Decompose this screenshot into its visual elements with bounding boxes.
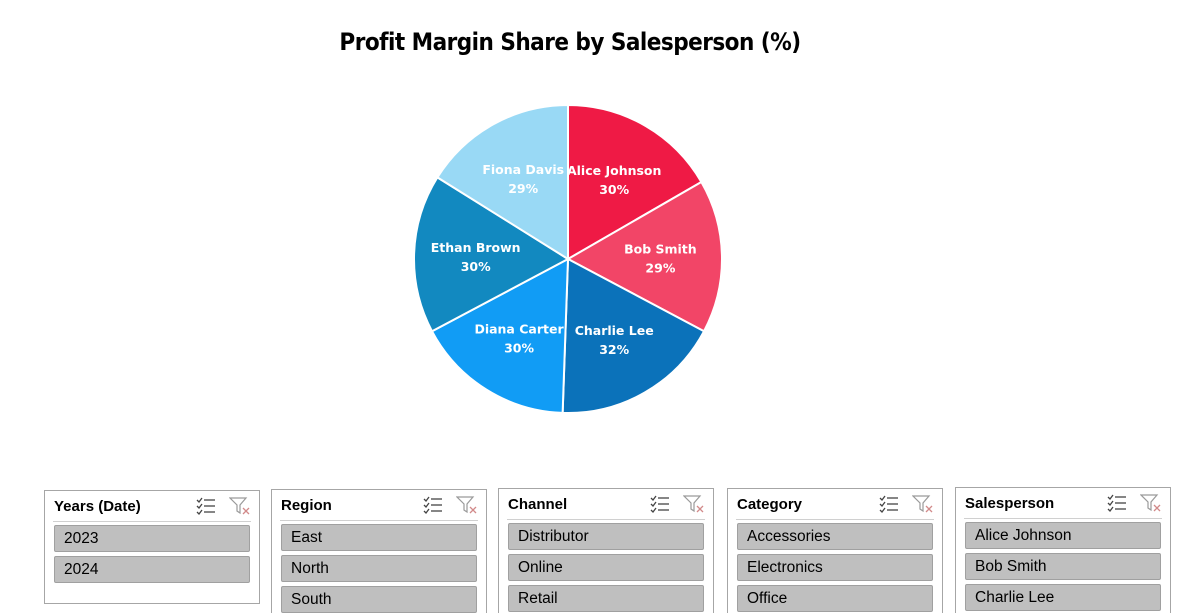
multi-select-icon[interactable] [1106, 493, 1128, 513]
slicer-title: Salesperson [965, 495, 1055, 512]
multi-select-glyph [650, 495, 669, 513]
slicer-title: Years (Date) [54, 498, 141, 515]
slicer-title: Category [737, 496, 803, 513]
slice-value-label: 29% [508, 181, 538, 196]
slicer-region: Region East North South [271, 489, 487, 613]
clear-filter-glyph [1139, 494, 1161, 512]
clear-filter-icon[interactable] [455, 495, 478, 515]
slicer-salesperson: Salesperson Alice Johnson Bob Smith Char… [955, 487, 1171, 613]
slicer-item-bob-smith[interactable]: Bob Smith [965, 553, 1161, 580]
multi-select-icon[interactable] [878, 494, 900, 514]
slicer-item-online[interactable]: Online [508, 554, 704, 581]
slicer-item-east[interactable]: East [281, 524, 477, 551]
slicer-item-2024[interactable]: 2024 [54, 556, 250, 583]
slicer-items: Distributor Online Retail [508, 523, 704, 613]
slicer-category: Category Accessories Electronics Office [727, 488, 943, 613]
slice-value-label: 32% [599, 342, 629, 357]
slice-value-label: 30% [461, 259, 491, 274]
clear-filter-icon[interactable] [911, 494, 934, 514]
slicer-years: Years (Date) 2023 2024 [44, 490, 260, 604]
slicer-header: Years (Date) [53, 491, 251, 522]
clear-filter-glyph [911, 495, 933, 513]
slicer-item-2023[interactable]: 2023 [54, 525, 250, 552]
slicer-header: Region [280, 490, 478, 521]
slicer-channel: Channel Distributor Online Retail [498, 488, 714, 613]
multi-select-glyph [1107, 494, 1126, 512]
slicer-item-office[interactable]: Office [737, 585, 933, 612]
slicer-item-charlie-lee[interactable]: Charlie Lee [965, 584, 1161, 611]
multi-select-icon[interactable] [422, 495, 444, 515]
slice-name-label: Diana Carter [474, 321, 564, 336]
slicer-items: East North South [281, 524, 477, 613]
slicer-item-electronics[interactable]: Electronics [737, 554, 933, 581]
slicer-item-alice-johnson[interactable]: Alice Johnson [965, 522, 1161, 549]
slice-name-label: Alice Johnson [567, 163, 661, 178]
slicer-title: Region [281, 497, 332, 514]
slicer-items: Alice Johnson Bob Smith Charlie Lee [965, 522, 1161, 613]
dashboard: Profit Margin Share by Salesperson (%) A… [0, 0, 1199, 613]
slice-name-label: Bob Smith [624, 241, 697, 256]
clear-filter-glyph [682, 495, 704, 513]
slicer-header: Channel [507, 489, 705, 520]
slicer-title: Channel [508, 496, 568, 513]
clear-filter-icon[interactable] [682, 494, 705, 514]
clear-filter-glyph [228, 497, 250, 515]
multi-select-icon[interactable] [649, 494, 671, 514]
slicer-item-retail[interactable]: Retail [508, 585, 704, 612]
slicer-item-accessories[interactable]: Accessories [737, 523, 933, 550]
slicer-items: 2023 2024 [54, 525, 250, 587]
multi-select-glyph [423, 496, 442, 514]
clear-filter-icon[interactable] [228, 496, 251, 516]
slice-name-label: Fiona Davis [482, 162, 564, 177]
slice-value-label: 30% [504, 340, 534, 355]
slicer-header: Salesperson [964, 488, 1162, 519]
slicer-item-distributor[interactable]: Distributor [508, 523, 704, 550]
slicer-items: Accessories Electronics Office [737, 523, 933, 613]
clear-filter-icon[interactable] [1139, 493, 1162, 513]
slicer-item-south[interactable]: South [281, 586, 477, 613]
slice-value-label: 29% [645, 260, 675, 275]
multi-select-icon[interactable] [195, 496, 217, 516]
slicer-item-north[interactable]: North [281, 555, 477, 582]
multi-select-glyph [879, 495, 898, 513]
slicer-header: Category [736, 489, 934, 520]
slice-value-label: 30% [599, 182, 629, 197]
clear-filter-glyph [455, 496, 477, 514]
slice-name-label: Ethan Brown [431, 240, 521, 255]
slice-name-label: Charlie Lee [575, 323, 654, 338]
pie-chart: Alice Johnson 30% Bob Smith 29% Charlie Lee 3… [413, 103, 723, 414]
multi-select-glyph [196, 497, 215, 515]
